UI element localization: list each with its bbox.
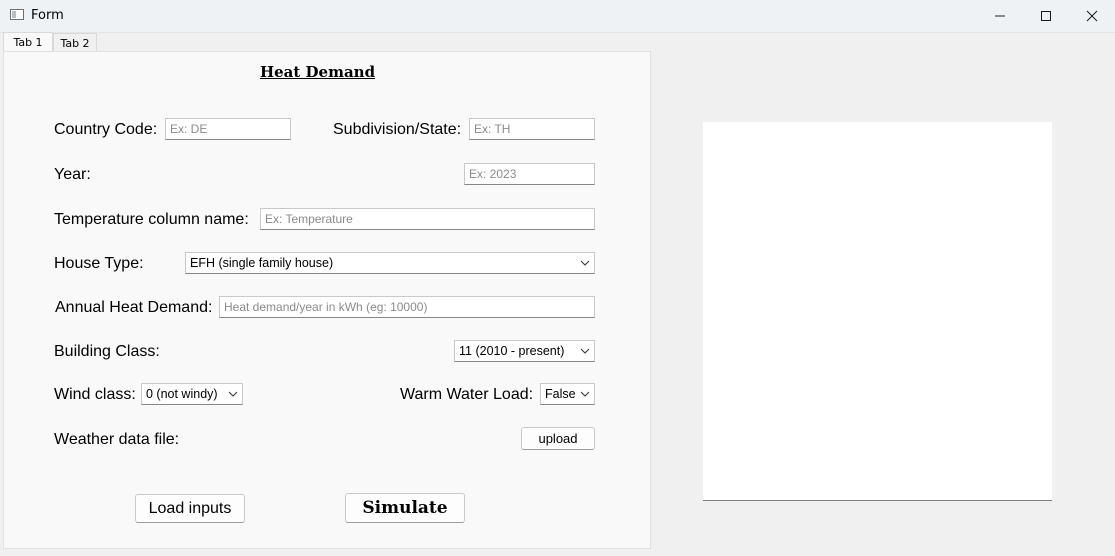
window-title: Form xyxy=(31,8,64,23)
annual-heat-demand-input[interactable]: Heat demand/year in kWh (eg: 10000) xyxy=(219,296,595,318)
upload-button[interactable]: upload xyxy=(521,427,595,450)
chevron-down-icon xyxy=(580,348,590,354)
building-class-value: 11 (2010 - present) xyxy=(459,344,565,358)
tab-bar: Tab 1 Tab 2 xyxy=(0,32,1115,52)
country-code-input[interactable]: Ex: DE xyxy=(165,118,291,140)
wind-class-label: Wind class: xyxy=(54,386,136,403)
warm-water-load-value: False xyxy=(545,387,576,401)
year-label: Year: xyxy=(54,166,91,183)
tab-1[interactable]: Tab 1 xyxy=(3,32,53,52)
wind-class-select[interactable]: 0 (not windy) xyxy=(141,383,243,405)
load-inputs-button[interactable]: Load inputs xyxy=(135,494,245,523)
title-bar: Form xyxy=(0,0,1115,33)
minimize-button[interactable] xyxy=(977,0,1023,31)
weather-data-file-label: Weather data file: xyxy=(54,431,180,448)
wind-class-value: 0 (not windy) xyxy=(146,387,218,401)
tab-2[interactable]: Tab 2 xyxy=(53,33,97,52)
plot-canvas xyxy=(703,122,1052,501)
chevron-down-icon xyxy=(580,391,590,397)
warm-water-load-select[interactable]: False xyxy=(540,383,595,405)
subdivision-label: Subdivision/State: xyxy=(333,121,462,138)
subdivision-input[interactable]: Ex: TH xyxy=(469,118,595,140)
chevron-down-icon xyxy=(228,391,238,397)
form-panel: Heat Demand Country Code: Ex: DE Subdivi… xyxy=(3,51,651,549)
country-code-label: Country Code: xyxy=(54,121,158,138)
form-window-icon xyxy=(10,9,24,20)
house-type-value: EFH (single family house) xyxy=(190,256,334,270)
house-type-label: House Type: xyxy=(54,255,144,272)
close-icon xyxy=(1086,10,1098,21)
building-class-select[interactable]: 11 (2010 - present) xyxy=(454,340,595,362)
chevron-down-icon xyxy=(580,260,590,266)
annual-heat-demand-label: Annual Heat Demand: xyxy=(55,299,213,316)
minimize-icon xyxy=(995,15,1005,16)
house-type-select[interactable]: EFH (single family house) xyxy=(185,252,595,274)
maximize-icon xyxy=(1041,10,1051,21)
temperature-column-input[interactable]: Ex: Temperature xyxy=(260,208,595,230)
page-title: Heat Demand xyxy=(259,63,376,81)
building-class-label: Building Class: xyxy=(54,343,160,360)
year-input[interactable]: Ex: 2023 xyxy=(464,163,595,185)
warm-water-load-label: Warm Water Load: xyxy=(400,386,534,403)
temperature-column-label: Temperature column name: xyxy=(54,211,249,228)
close-button[interactable] xyxy=(1069,0,1115,31)
maximize-button[interactable] xyxy=(1023,0,1069,31)
simulate-button[interactable]: Simulate xyxy=(345,493,465,523)
